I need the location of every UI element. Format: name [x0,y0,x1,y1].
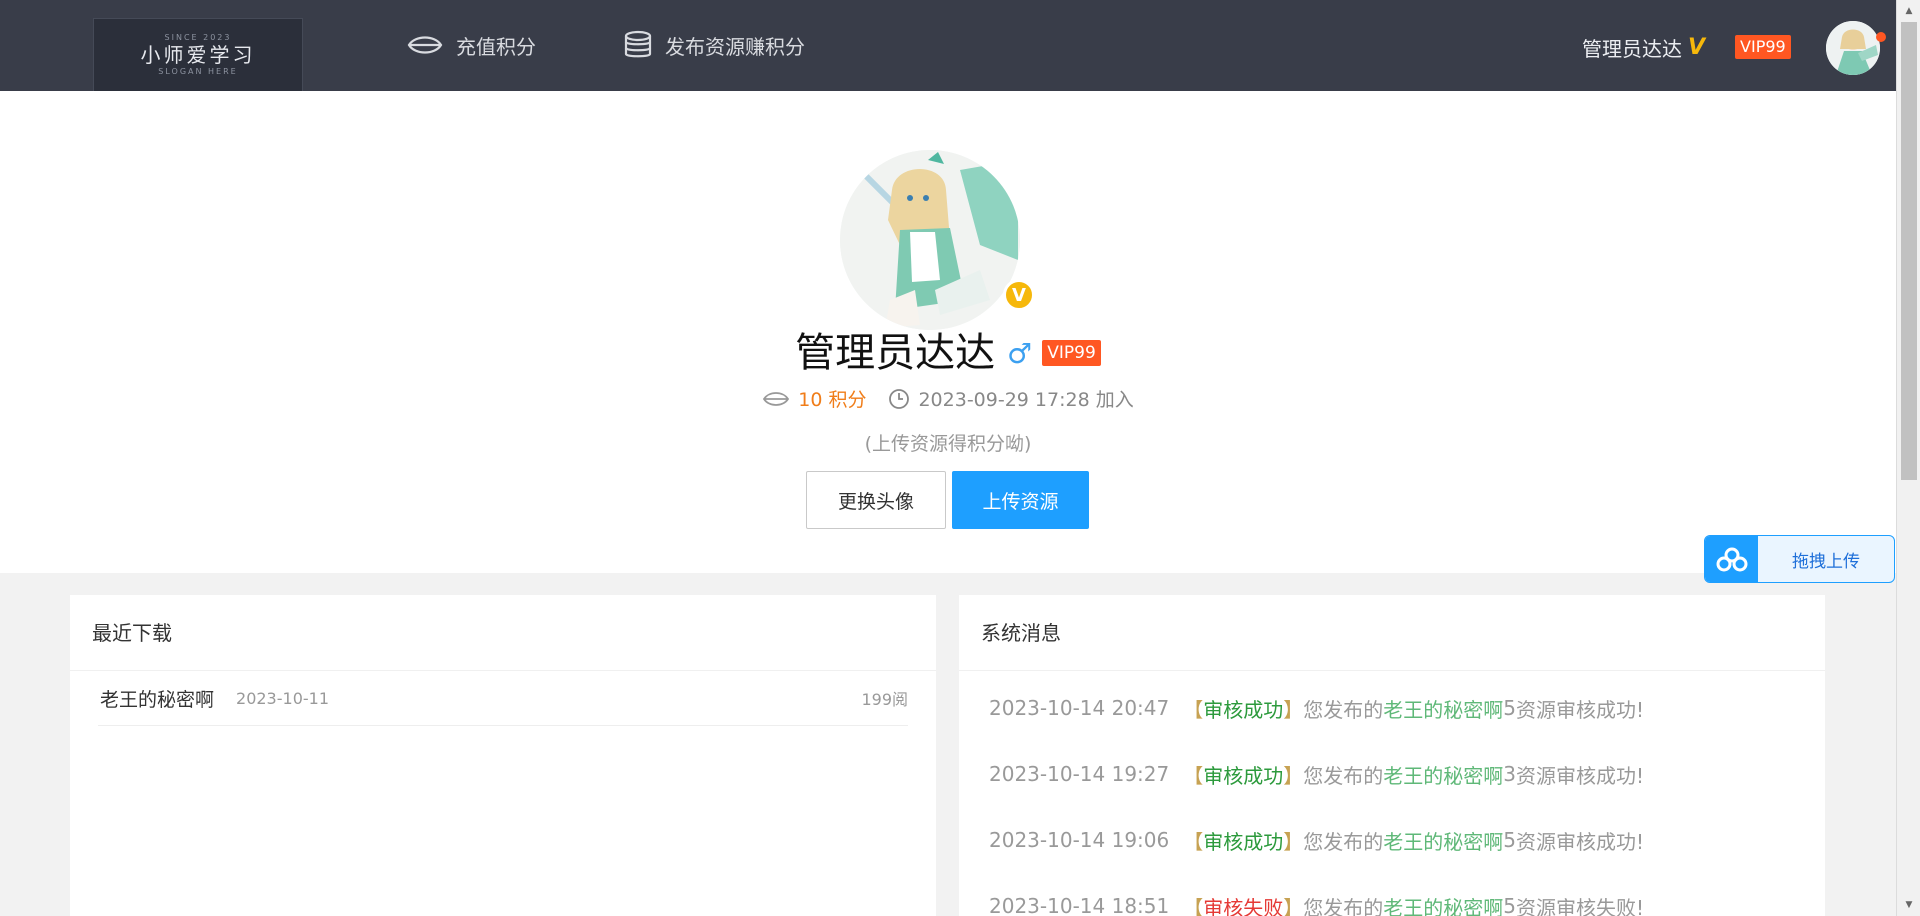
logo-slogan: SLOGAN HERE [158,67,238,76]
system-messages-card: 系统消息 2023-10-14 20:47 【审核成功】您发布的 老王的秘密啊 5 资… [959,595,1825,916]
recent-downloads-card: 最近下载 老王的秘密啊 2023-10-11 199阅 [70,595,936,916]
message-item: 2023-10-14 19:27 【审核成功】您发布的 老王的秘密啊 3 资源审核成功… [959,741,1825,807]
header-username: 管理员达达 [1582,36,1682,61]
message-num: 5 [1503,696,1516,720]
message-status: 审核成功 [1203,697,1284,722]
message-suffix: 资源审核成功! [1515,829,1644,854]
nav-recharge-label: 充值积分 [456,34,536,59]
bracket-open: 【 [1183,829,1204,854]
upload-hint: (上传资源得积分呦) [864,433,1032,455]
bracket-open: 【 [1183,895,1204,916]
top-navbar: SINCE 2023 小师爱学习 SLOGAN HERE 充值积分 发布资源赚积… [0,0,1896,92]
nav-publish-label: 发布资源赚积分 [665,34,805,59]
message-prefix: 您发布的 [1303,697,1384,722]
drag-upload-label: 拖拽上传 [1792,551,1860,572]
message-time: 2023-10-14 19:06 [989,828,1170,852]
upload-resource-button[interactable]: 上传资源 [952,471,1089,529]
message-prefix: 您发布的 [1303,829,1384,854]
message-time: 2023-10-14 19:27 [989,762,1170,786]
profile-points: 10 积分 [798,389,867,411]
bracket-close: 】 [1283,895,1304,916]
verified-badge-icon: V [1003,279,1035,311]
message-item: 2023-10-14 18:51 【审核失败】您发布的 老王的秘密啊 5 资源审核失败… [959,873,1825,916]
nav-recharge-points[interactable]: 充值积分 [406,27,536,63]
profile-username: 管理员达达 [795,330,996,376]
profile-joined-date: 2023-09-29 17:28 加入 [918,389,1134,411]
profile-section: V 管理员达达 ♂ VIP99 10 积分 2023-09-29 17:28 加… [0,91,1896,573]
message-prefix: 您发布的 [1303,895,1384,916]
coin-icon [763,391,790,406]
profile-name-row: 管理员达达 ♂ VIP99 [0,325,1896,381]
notification-dot [1876,32,1886,42]
profile-vip-badge: VIP99 [1042,340,1101,366]
bracket-open: 【 [1183,697,1204,722]
header-user-menu[interactable]: 管理员达达 V VIP99 [1582,30,1791,64]
message-time: 2023-10-14 20:47 [989,696,1170,720]
message-suffix: 资源审核失败! [1515,895,1644,916]
page-scrollbar[interactable]: ▲ ▼ [1896,0,1920,916]
cloud-upload-icon [1705,536,1758,582]
message-num: 5 [1503,894,1516,916]
site-logo[interactable]: SINCE 2023 小师爱学习 SLOGAN HERE [93,18,303,92]
scrollbar-thumb[interactable] [1901,22,1917,480]
male-icon: ♂ [1007,336,1033,370]
message-num: 5 [1503,828,1516,852]
message-time: 2023-10-14 18:51 [989,894,1170,916]
message-status: 审核成功 [1203,763,1284,788]
logo-title: 小师爱学习 [140,43,256,67]
message-num: 3 [1503,762,1516,786]
bracket-close: 】 [1283,829,1304,854]
nav-publish-resource[interactable]: 发布资源赚积分 [623,27,805,63]
message-item: 2023-10-14 19:06 【审核成功】您发布的 老王的秘密啊 5 资源审核成功… [959,807,1825,873]
download-date: 2023-10-11 [236,688,329,708]
message-resource-link[interactable]: 老王的秘密啊 [1383,760,1503,789]
profile-meta-row: 10 积分 2023-09-29 17:28 加入 [0,385,1896,412]
message-resource-link[interactable]: 老王的秘密啊 [1383,826,1503,855]
download-name[interactable]: 老王的秘密啊 [98,685,214,712]
message-suffix: 资源审核成功! [1515,763,1644,788]
verified-icon: V [1688,34,1706,60]
message-prefix: 您发布的 [1303,763,1384,788]
message-resource-link[interactable]: 老王的秘密啊 [1383,694,1503,723]
message-item: 2023-10-14 20:47 【审核成功】您发布的 老王的秘密啊 5 资源审核成功… [959,675,1825,741]
system-messages-title: 系统消息 [959,595,1825,671]
logo-since-text: SINCE 2023 [164,33,232,42]
header-avatar[interactable] [1826,21,1880,75]
message-status: 审核成功 [1203,829,1284,854]
recent-downloads-title: 最近下载 [70,595,936,671]
message-suffix: 资源审核成功! [1515,697,1644,722]
list-item[interactable]: 老王的秘密啊 2023-10-11 199阅 [98,671,908,726]
download-views: 199阅 [861,690,908,709]
header-vip-badge: VIP99 [1735,35,1791,59]
clock-icon [888,388,910,410]
message-status: 审核失败 [1203,895,1284,916]
message-resource-link[interactable]: 老王的秘密啊 [1383,892,1503,916]
drag-upload-button[interactable]: 拖拽上传 [1704,535,1895,583]
bracket-open: 【 [1183,763,1204,788]
database-icon [624,30,652,58]
scroll-up-arrow-icon[interactable]: ▲ [1897,2,1920,20]
scroll-down-arrow-icon[interactable]: ▼ [1897,896,1920,914]
coin-icon [407,36,443,54]
profile-avatar[interactable] [840,150,1020,330]
bracket-close: 】 [1283,697,1304,722]
change-avatar-button[interactable]: 更换头像 [806,471,946,529]
bracket-close: 】 [1283,763,1304,788]
